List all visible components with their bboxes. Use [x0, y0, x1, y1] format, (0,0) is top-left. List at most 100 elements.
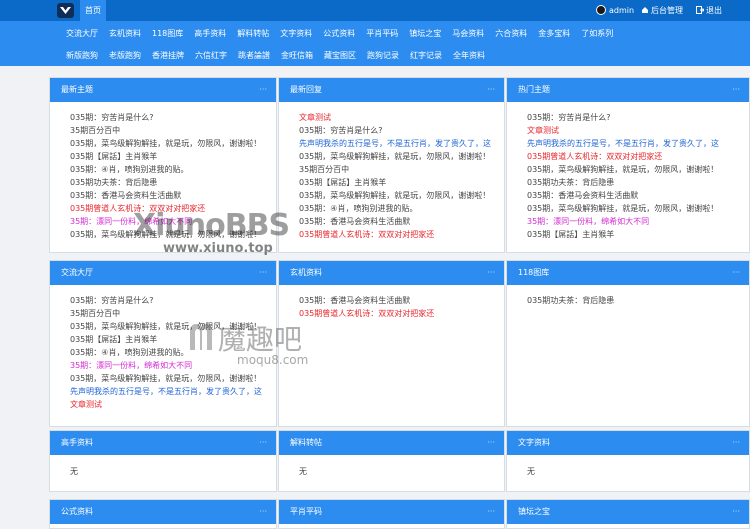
- thread-link[interactable]: 035期【屌話】主肖猴羊: [299, 176, 494, 189]
- nav-item[interactable]: 六信红字: [191, 45, 234, 67]
- thread-link[interactable]: 035期功夫茶：背后隐患: [70, 176, 266, 189]
- thread-link[interactable]: 文章测试: [70, 398, 266, 411]
- thread-link[interactable]: 35期：漂同一份料，绵希如大不同: [527, 215, 739, 228]
- nav-row-1: 交流大厅 玄机资料 118图库 高手资料 解料转帖 文字资料 公式资料 平肖平码…: [62, 23, 620, 45]
- card-hot-topics: 热门主题 ··· 035期：穷苦肖是什么? 文章测试 先声明我杀的五行是号，不是五行肖…: [506, 77, 750, 253]
- nav-item[interactable]: 金多宝料: [534, 23, 577, 45]
- thread-link[interactable]: 035期，菜鸟级解狗解挂，就是玩，勿限风，谢谢啦！: [527, 163, 739, 176]
- thread-link[interactable]: 035期功夫茶：背后隐患: [527, 176, 739, 189]
- card-header: 最新主题 ···: [50, 78, 276, 102]
- thread-link[interactable]: 先声明我杀的五行是号，不是五行肖，发了贵久了，这: [299, 137, 494, 150]
- nav-item[interactable]: 解料转帖: [233, 23, 276, 45]
- card-wenzi: 文字资料 ··· 无: [506, 430, 750, 492]
- thread-link[interactable]: 035期曾道人玄机诗：双双对对把家还: [299, 228, 494, 241]
- more-icon[interactable]: ···: [732, 78, 740, 102]
- card-title: 公式资料: [61, 507, 93, 516]
- more-icon[interactable]: ···: [487, 78, 495, 102]
- thread-link[interactable]: 文章测试: [527, 124, 739, 137]
- nav-item[interactable]: 公式资料: [319, 23, 362, 45]
- nav-item[interactable]: 老版跑狗: [105, 45, 148, 67]
- nav-item[interactable]: 金旺信箱: [277, 45, 320, 67]
- card-header: 118图库 ···: [507, 261, 749, 285]
- thread-link[interactable]: 035期：穷苦肖是什么?: [70, 294, 266, 307]
- home-tab[interactable]: 首页: [80, 0, 106, 21]
- card-title: 平肖平码: [290, 507, 322, 516]
- more-icon[interactable]: ···: [732, 431, 740, 455]
- site-logo-icon[interactable]: [57, 3, 74, 18]
- thread-link[interactable]: 035期，菜鸟级解狗解挂，就是玩，勿限风，谢谢啦！: [299, 150, 494, 163]
- card-header: 高手资料 ···: [50, 431, 276, 455]
- moqu-watermark: 魔趣吧: [218, 323, 303, 356]
- more-icon[interactable]: ···: [259, 500, 267, 524]
- thread-link[interactable]: 035期【屌話】主肖猴羊: [527, 228, 739, 241]
- thread-list: 无: [50, 455, 276, 478]
- more-icon[interactable]: ···: [487, 500, 495, 524]
- thread-link[interactable]: 035期，菜鸟级解狗解挂，就是玩，勿限风，谢谢啦！: [527, 202, 739, 215]
- user-menu[interactable]: admin: [596, 0, 634, 21]
- more-icon[interactable]: ···: [732, 261, 740, 285]
- thread-link[interactable]: 035期，菜鸟级解狗解挂，就是玩，勿限风，谢谢啦！: [299, 189, 494, 202]
- thread-link[interactable]: 35期百分百中: [70, 124, 266, 137]
- more-icon[interactable]: ···: [732, 500, 740, 524]
- card-header: 解料转帖 ···: [279, 431, 504, 455]
- logout-link[interactable]: 退出: [696, 0, 722, 21]
- nav-item[interactable]: 文字资料: [276, 23, 319, 45]
- more-icon[interactable]: ···: [259, 261, 267, 285]
- thread-link[interactable]: 035期：香港马会资料生活曲默: [299, 294, 494, 307]
- thread-list: 035期：香港马会资料生活曲默 035期曾道人玄机诗：双双对对把家还: [279, 285, 504, 320]
- thread-link[interactable]: 先声明我杀的五行是号，不是五行肖，发了贵久了，这: [527, 137, 739, 150]
- admin-panel-link[interactable]: 后台管理: [641, 0, 683, 21]
- thread-link[interactable]: 035期：穷苦肖是什么?: [527, 111, 739, 124]
- card-title: 玄机资料: [290, 268, 322, 277]
- nav-item[interactable]: 六合资料: [491, 23, 534, 45]
- thread-link[interactable]: 035期，菜鸟级解狗解挂，就是玩，勿限风，谢谢啦！: [70, 137, 266, 150]
- card-jieliao: 解料转帖 ··· 无: [278, 430, 505, 492]
- card-title: 解料转帖: [290, 438, 322, 447]
- nav-item[interactable]: 藏宝图区: [320, 45, 363, 67]
- thread-link[interactable]: 035期：香港马会资料生活曲默: [299, 215, 494, 228]
- card-title: 热门主题: [518, 85, 550, 94]
- thread-link[interactable]: 035期功夫茶：背后隐患: [527, 294, 739, 307]
- nav-item[interactable]: 了如系列: [577, 23, 620, 45]
- card-gongshi: 公式资料 ···: [49, 499, 277, 529]
- top-bar: 首页 admin 后台管理 退出: [0, 0, 750, 21]
- nav-item[interactable]: 玄机资料: [105, 23, 148, 45]
- nav-item[interactable]: 马会资料: [448, 23, 491, 45]
- thread-link[interactable]: 035期，菜鸟级解狗解挂，就是玩，勿限风，谢谢啦！: [70, 372, 266, 385]
- thread-link[interactable]: 035期：穷苦肖是什么?: [299, 124, 494, 137]
- thread-link[interactable]: 035期：穷苦肖是什么?: [70, 111, 266, 124]
- nav-item[interactable]: 高手资料: [190, 23, 233, 45]
- more-icon[interactable]: ···: [487, 431, 495, 455]
- thread-list: 035期功夫茶：背后隐患: [507, 285, 749, 307]
- nav-item[interactable]: 118图库: [148, 23, 190, 45]
- nav-item[interactable]: 平肖平码: [362, 23, 405, 45]
- avatar: [596, 4, 606, 15]
- thread-link[interactable]: 035期：香港马会资料生活曲默: [527, 189, 739, 202]
- thread-link[interactable]: 文章测试: [299, 111, 494, 124]
- nav-item[interactable]: 香港挂牌: [148, 45, 191, 67]
- thread-link[interactable]: 035期【屌話】主肖猴羊: [70, 150, 266, 163]
- thread-link[interactable]: 35期百分百中: [299, 163, 494, 176]
- nav-item[interactable]: 红字记录: [406, 45, 449, 67]
- nav-item[interactable]: 新版跑狗: [62, 45, 105, 67]
- card-gaoshou: 高手资料 ··· 无: [49, 430, 277, 492]
- nav-item[interactable]: 交流大厅: [62, 23, 105, 45]
- nav-item[interactable]: 跳者論譜: [234, 45, 277, 67]
- more-icon[interactable]: ···: [259, 431, 267, 455]
- thread-link[interactable]: 先声明我杀的五行是号，不是五行肖，发了贵久了，这: [70, 385, 266, 398]
- nav-item[interactable]: 全年资料: [449, 45, 492, 67]
- nav-item[interactable]: 跑狗记录: [363, 45, 406, 67]
- thread-link[interactable]: 035期曾道人玄机诗：双双对对把家还: [299, 307, 494, 320]
- thread-link[interactable]: 035期：④肖，喷狗别进我的贴。: [299, 202, 494, 215]
- thread-link[interactable]: 035期：香港马会资料生活曲默: [70, 189, 266, 202]
- thread-list: 无: [507, 455, 749, 478]
- thread-link[interactable]: 035期曾道人玄机诗：双双对对把家还: [527, 150, 739, 163]
- more-icon[interactable]: ···: [259, 78, 267, 102]
- category-nav: 交流大厅 玄机资料 118图库 高手资料 解料转帖 文字资料 公式资料 平肖平码…: [0, 21, 750, 66]
- card-title: 文字资料: [518, 438, 550, 447]
- nav-item[interactable]: 镇坛之宝: [405, 23, 448, 45]
- thread-list: 035期：穷苦肖是什么? 文章测试 先声明我杀的五行是号，不是五行肖，发了贵久了，这…: [507, 102, 749, 241]
- card-header: 最新回复 ···: [279, 78, 504, 102]
- thread-link[interactable]: 035期：④肖，喷狗别进我的贴。: [70, 163, 266, 176]
- more-icon[interactable]: ···: [487, 261, 495, 285]
